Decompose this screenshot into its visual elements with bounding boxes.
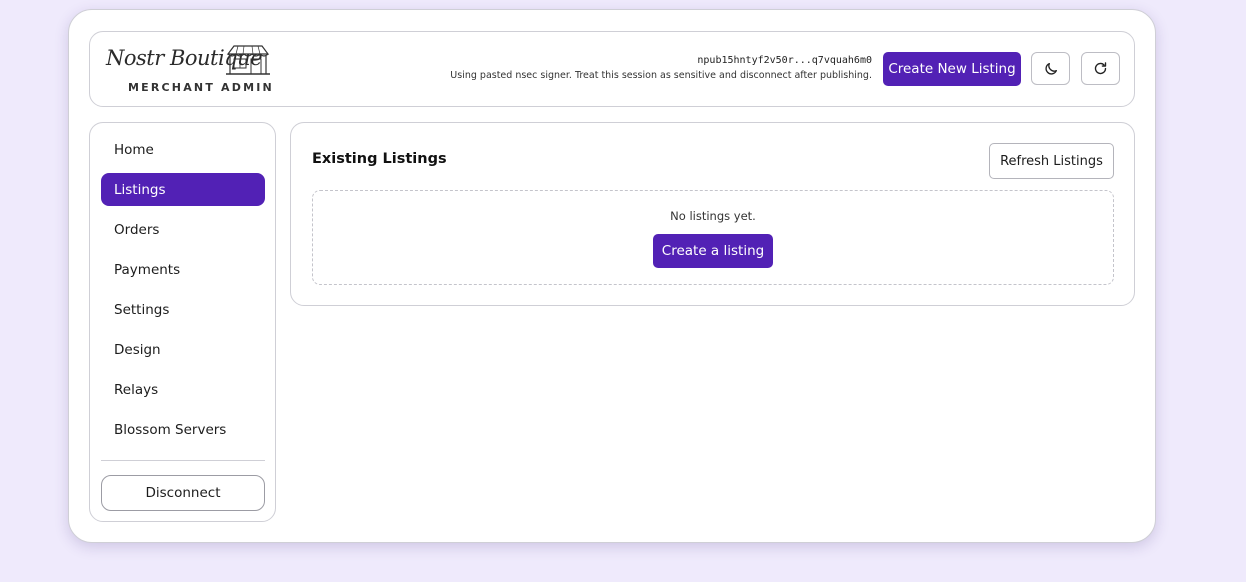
storefront-icon	[226, 45, 270, 75]
moon-icon	[1044, 62, 1057, 75]
sidebar-item-orders[interactable]: Orders	[101, 213, 265, 246]
npub-display: npub15hntyf2v50r...q7vquah6m0	[697, 55, 872, 66]
sidebar-item-label: Design	[114, 341, 161, 358]
sidebar-item-blossom-servers[interactable]: Blossom Servers	[101, 413, 265, 446]
theme-toggle-button[interactable]	[1031, 52, 1070, 85]
signer-info: npub15hntyf2v50r...q7vquah6m0 Using past…	[450, 54, 872, 84]
refresh-listings-button[interactable]: Refresh Listings	[989, 143, 1114, 179]
sidebar-item-label: Listings	[114, 181, 166, 198]
sidebar-item-design[interactable]: Design	[101, 333, 265, 366]
empty-state: No listings yet. Create a listing	[312, 190, 1114, 285]
refresh-button[interactable]	[1081, 52, 1120, 85]
sidebar-item-settings[interactable]: Settings	[101, 293, 265, 326]
signer-warning: Using pasted nsec signer. Treat this ses…	[450, 70, 872, 81]
create-new-listing-button[interactable]: Create New Listing	[883, 52, 1021, 86]
sidebar-item-label: Settings	[114, 301, 170, 318]
refresh-icon	[1094, 62, 1107, 75]
sidebar-item-label: Home	[114, 141, 154, 158]
sidebar-item-home[interactable]: Home	[101, 133, 265, 166]
logo-subtitle: MERCHANT ADMIN	[128, 81, 274, 94]
logo[interactable]: Nostr Boutique MERCHANT ADMIN	[106, 44, 276, 98]
sidebar-item-listings[interactable]: Listings	[101, 173, 265, 206]
page-title: Existing Listings	[312, 151, 447, 167]
empty-state-text: No listings yet.	[670, 209, 756, 223]
header-bar: Nostr Boutique MERCHANT ADMIN npub15hnty…	[89, 31, 1135, 107]
create-listing-button[interactable]: Create a listing	[653, 234, 773, 268]
sidebar-item-relays[interactable]: Relays	[101, 373, 265, 406]
sidebar-item-payments[interactable]: Payments	[101, 253, 265, 286]
listings-panel: Existing Listings Refresh Listings No li…	[290, 122, 1135, 306]
sidebar-item-label: Orders	[114, 221, 160, 238]
disconnect-button[interactable]: Disconnect	[101, 475, 265, 511]
app-window: Nostr Boutique MERCHANT ADMIN npub15hnty…	[68, 9, 1156, 543]
sidebar-divider	[101, 460, 265, 461]
sidebar-nav: Home Listings Orders Payments Settings D…	[101, 133, 265, 453]
sidebar: Home Listings Orders Payments Settings D…	[89, 122, 276, 522]
sidebar-item-label: Relays	[114, 381, 159, 398]
sidebar-item-label: Blossom Servers	[114, 421, 227, 438]
sidebar-item-label: Payments	[114, 261, 181, 278]
